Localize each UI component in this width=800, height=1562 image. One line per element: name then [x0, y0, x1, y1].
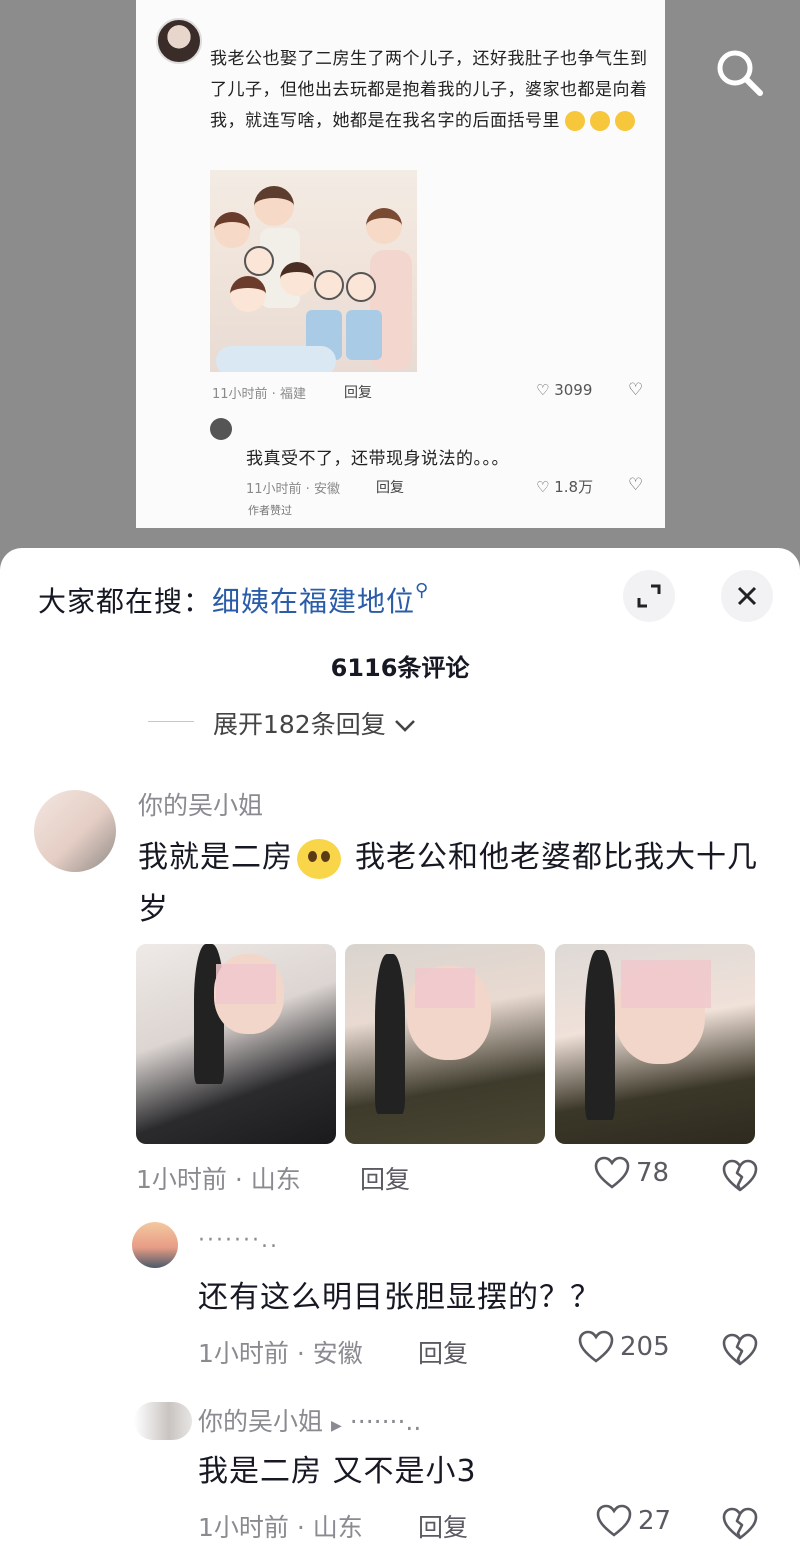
broken-heart-icon[interactable] [722, 1158, 758, 1194]
reply-meta: 11小时前 · 安徽 [246, 482, 340, 497]
like-button[interactable]: 27 [596, 1504, 671, 1538]
post-reply-label: 回复 [344, 385, 372, 401]
like-button[interactable]: 78 [594, 1156, 669, 1190]
trending-search[interactable]: 大家都在搜：细姨在福建地位⚲ [38, 580, 429, 620]
emoji-icon [590, 111, 610, 131]
mosaic-blur [216, 964, 276, 1004]
comment-meta: 1小时前 · 山东 [136, 1165, 301, 1194]
heart-icon [596, 1504, 632, 1537]
comment-count: 6116条评论 [330, 654, 470, 682]
comment-photo[interactable] [555, 944, 755, 1144]
broken-heart-icon[interactable] [722, 1506, 758, 1542]
reply-to-username: ·······.. [349, 1407, 422, 1436]
post-like-count: ♡ 3099 [536, 381, 593, 399]
emoji-icon [565, 111, 585, 131]
emoji-face-icon [297, 838, 341, 879]
comment-photo[interactable] [136, 944, 336, 1144]
broken-heart-icon[interactable] [722, 1332, 758, 1368]
reply-arrow-icon: ▶ [331, 1418, 342, 1434]
post-illustration [210, 170, 417, 372]
mosaic-blur [415, 968, 475, 1008]
reply-button[interactable]: 回复 [418, 1508, 468, 1544]
like-count: 205 [620, 1332, 670, 1362]
post-meta: 11小时前 · 福建 [212, 387, 306, 402]
comment-text: 我是二房 又不是小3 [198, 1454, 477, 1489]
post-avatar [156, 18, 202, 64]
trending-search-prefix: 大家都在搜： [38, 585, 213, 618]
broken-heart-icon: ♡ [628, 380, 644, 400]
post-text: 我老公也娶了二房生了两个儿子，还好我肚子也争气生到了儿子，但他出去玩都是抱着我的… [210, 49, 648, 131]
heart-icon [594, 1156, 630, 1189]
trending-search-hint[interactable]: 细姨在福建地位 [212, 585, 415, 618]
like-count: 27 [638, 1506, 672, 1536]
comment-username[interactable]: ·······.. [198, 1228, 279, 1253]
avatar[interactable] [34, 790, 116, 872]
like-count: 78 [636, 1158, 670, 1188]
emoji-icon [615, 111, 635, 131]
expand-button[interactable] [623, 570, 675, 622]
mosaic-blur [621, 960, 711, 1008]
avatar[interactable] [134, 1402, 192, 1440]
comment-text: 还有这么明目张胆显摆的？？ [198, 1280, 601, 1315]
close-button[interactable] [721, 570, 773, 622]
search-icon: ⚲ [415, 580, 430, 601]
comment-text: 我就是二房 我老公和他老婆都比我大十几岁 [138, 838, 758, 927]
comment-photo[interactable] [345, 944, 545, 1144]
reply-text: 我真受不了，还带现身说法的。。。 [246, 449, 509, 469]
expand-replies-button[interactable]: 展开182条回复 [213, 705, 416, 741]
comment-username[interactable]: 你的吴小姐 ▶ ·······.. [198, 1402, 421, 1438]
author-liked-badge: 作者赞过 [248, 504, 292, 517]
reply-button[interactable]: 回复 [360, 1160, 410, 1196]
close-icon [737, 586, 757, 606]
comment-username[interactable]: 你的吴小姐 [138, 786, 263, 822]
avatar[interactable] [132, 1222, 178, 1268]
expand-icon [637, 584, 661, 608]
comment-meta: 1小时前 · 安徽 [198, 1339, 363, 1368]
reply-like-count: ♡ 1.8万 [536, 478, 594, 496]
heart-icon [578, 1330, 614, 1363]
reply-avatar [210, 418, 232, 440]
divider [148, 721, 194, 722]
search-icon[interactable] [710, 42, 770, 102]
reply-reply-label: 回复 [376, 480, 404, 496]
comment-meta: 1小时前 · 山东 [198, 1513, 363, 1542]
reply-button[interactable]: 回复 [418, 1334, 468, 1370]
chevron-down-icon [394, 720, 415, 732]
post-screenshot: 我老公也娶了二房生了两个儿子，还好我肚子也争气生到了儿子，但他出去玩都是抱着我的… [136, 0, 665, 528]
broken-heart-icon: ♡ [628, 475, 644, 495]
like-button[interactable]: 205 [578, 1330, 670, 1364]
